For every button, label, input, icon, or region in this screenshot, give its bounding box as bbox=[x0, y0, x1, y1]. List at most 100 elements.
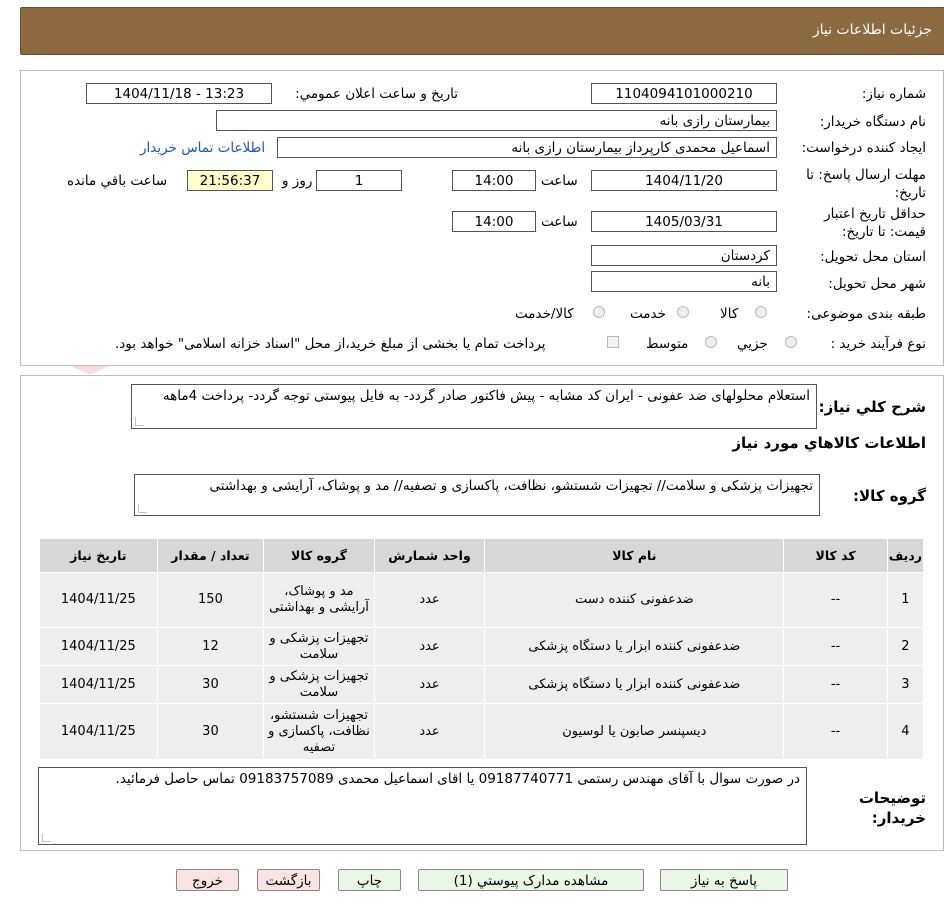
city-field: بانه bbox=[591, 271, 777, 292]
page-header: جزئیات اطلاعات نیاز bbox=[20, 7, 944, 55]
summary-text: استعلام محلولهای ضد عفونی - ایران کد مشا… bbox=[162, 388, 810, 404]
cell-name: ضدعفونی کننده ابزار یا دستگاه پزشکی bbox=[484, 665, 785, 704]
category-option-both: کالا/خدمت bbox=[515, 306, 574, 322]
cell-group: مد و پوشاک، آرایشی و بهداشتی bbox=[263, 572, 375, 628]
cell-qty: 30 bbox=[156, 665, 265, 704]
back-button[interactable]: بازگشت bbox=[257, 869, 320, 891]
process-radio-medium[interactable] bbox=[705, 336, 717, 348]
col-header-code: کد کالا bbox=[783, 538, 888, 573]
category-label: طبقه بندی موضوعی: bbox=[806, 306, 926, 322]
table-row: 3 -- ضدعفونی کننده ابزار یا دستگاه پزشکی… bbox=[39, 665, 925, 704]
resize-grip-icon[interactable] bbox=[42, 833, 51, 842]
table-row: 2 -- ضدعفونی کننده ابزار یا دستگاه پزشکی… bbox=[39, 627, 925, 666]
col-header-unit: واحد شمارش bbox=[373, 538, 486, 573]
goods-group-label: گروه کالا: bbox=[853, 487, 926, 505]
cell-group: تجهیزات شستشو، نظافت، پاکسازی و تصفیه bbox=[263, 703, 375, 760]
category-option-goods: کالا bbox=[720, 306, 739, 322]
cell-qty: 150 bbox=[156, 572, 265, 628]
buyer-org-field: بیمارستان رازی بانه bbox=[216, 110, 777, 131]
attachments-button[interactable]: مشاهده مدارک پیوستي (1) bbox=[418, 869, 644, 891]
col-header-date: تاریخ نیاز bbox=[39, 538, 158, 573]
cell-date: 1404/11/25 bbox=[39, 627, 158, 666]
province-field: کردستان bbox=[591, 245, 777, 266]
table-row: 1 -- ضدعفونی کننده دست عدد مد و پوشاک، آ… bbox=[39, 572, 925, 628]
category-radio-service[interactable] bbox=[677, 306, 689, 318]
process-option-minor: جزیي bbox=[737, 336, 768, 352]
category-radio-both[interactable] bbox=[593, 306, 605, 318]
buyer-notes-text: در صورت سوال با آقای مهندس رستمی 0918774… bbox=[115, 771, 800, 787]
resize-grip-icon[interactable] bbox=[135, 417, 144, 426]
cell-code: -- bbox=[783, 627, 888, 666]
cell-code: -- bbox=[783, 665, 888, 704]
table-row: 4 -- دیسپنسر صابون یا لوسیون عدد تجهیزات… bbox=[39, 703, 925, 760]
announce-field: 1404/11/18 - 13:23 bbox=[86, 83, 272, 104]
process-radio-minor[interactable] bbox=[785, 336, 797, 348]
cell-name: ضدعفونی کننده دست bbox=[484, 572, 785, 628]
cell-unit: عدد bbox=[373, 572, 486, 628]
table-header-row: ردیف کد کالا نام کالا واحد شمارش گروه کا… bbox=[39, 538, 925, 573]
cell-name: ضدعفونی کننده ابزار یا دستگاه پزشکی bbox=[484, 627, 785, 666]
cell-qty: 30 bbox=[156, 703, 265, 760]
reply-button[interactable]: پاسخ به نیاز bbox=[660, 869, 788, 891]
cell-group: تجهیزات پزشکی و سلامت bbox=[263, 665, 375, 704]
cell-unit: عدد bbox=[373, 665, 486, 704]
buyer-notes-textarea: در صورت سوال با آقای مهندس رستمی 0918774… bbox=[38, 767, 807, 845]
treasury-payment-note: پرداخت تمام یا بخشی از مبلغ خرید،از محل … bbox=[115, 336, 546, 352]
validity-time-field: 14:00 bbox=[452, 211, 536, 232]
cell-row: 4 bbox=[886, 703, 925, 760]
cell-unit: عدد bbox=[373, 627, 486, 666]
page-title: جزئیات اطلاعات نیاز bbox=[812, 22, 932, 38]
process-label: نوع فرآیند خرید : bbox=[830, 336, 926, 352]
goods-group-text: تجهیزات پزشکی و سلامت// تجهیزات شستشو، ن… bbox=[209, 478, 813, 494]
col-header-row: ردیف bbox=[886, 538, 925, 573]
cell-name: دیسپنسر صابون یا لوسیون bbox=[484, 703, 785, 760]
cell-group: تجهیزات پزشکی و سلامت bbox=[263, 627, 375, 666]
treasury-payment-checkbox[interactable] bbox=[607, 336, 619, 348]
cell-code: -- bbox=[783, 703, 888, 760]
col-header-qty: تعداد / مقدار bbox=[156, 538, 265, 573]
exit-button[interactable]: خروج bbox=[176, 869, 239, 891]
print-button[interactable]: چاپ bbox=[338, 869, 401, 891]
buyer-org-label: نام دستگاه خریدار: bbox=[819, 114, 926, 130]
cell-row: 1 bbox=[886, 572, 925, 628]
requester-label: ایجاد کننده درخواست: bbox=[801, 140, 926, 156]
days-label: روز و bbox=[282, 173, 313, 189]
province-label: استان محل تحویل: bbox=[820, 249, 926, 265]
need-number-label: شماره نیاز: bbox=[861, 86, 926, 102]
cell-date: 1404/11/25 bbox=[39, 665, 158, 704]
price-validity-label: حداقل تاریخ اعتبار قیمت: تا تاریخ: bbox=[824, 206, 926, 240]
cell-unit: عدد bbox=[373, 703, 486, 760]
summary-textarea: استعلام محلولهای ضد عفونی - ایران کد مشا… bbox=[131, 384, 817, 429]
cell-date: 1404/11/25 bbox=[39, 572, 158, 628]
category-radio-goods[interactable] bbox=[755, 306, 767, 318]
reply-time-label: ساعت bbox=[541, 173, 578, 189]
need-number-field: 1104094101000210 bbox=[591, 83, 777, 104]
cell-code: -- bbox=[783, 572, 888, 628]
category-option-service: خدمت bbox=[630, 306, 666, 322]
cell-row: 2 bbox=[886, 627, 925, 666]
cell-qty: 12 bbox=[156, 627, 265, 666]
reply-date-field: 1404/11/20 bbox=[591, 170, 777, 191]
buyer-notes-label: توضیحات خریدار: bbox=[858, 789, 926, 827]
announce-label: تاریخ و ساعت اعلان عمومي: bbox=[295, 86, 458, 102]
validity-date-field: 1405/03/31 bbox=[591, 211, 777, 232]
goods-section-title: اطلاعات کالاهاي مورد نیاز bbox=[732, 434, 926, 452]
remaining-label: ساعت باقي مانده bbox=[67, 173, 168, 189]
col-header-name: نام کالا bbox=[484, 538, 785, 573]
validity-time-label: ساعت bbox=[541, 214, 578, 230]
items-table: ردیف کد کالا نام کالا واحد شمارش گروه کا… bbox=[39, 538, 925, 760]
reply-time-field: 14:00 bbox=[452, 170, 536, 191]
contact-info-link[interactable]: اطلاعات تماس خریدار bbox=[140, 140, 265, 156]
cell-row: 3 bbox=[886, 665, 925, 704]
col-header-group: گروه کالا bbox=[263, 538, 375, 573]
city-label: شهر محل تحویل: bbox=[828, 276, 926, 292]
process-option-medium: متوسط bbox=[646, 336, 689, 352]
summary-label: شرح کلي نیاز: bbox=[818, 398, 926, 416]
remaining-time-field: 21:56:37 bbox=[187, 170, 273, 191]
days-field: 1 bbox=[316, 170, 402, 191]
goods-group-textarea: تجهیزات پزشکی و سلامت// تجهیزات شستشو، ن… bbox=[134, 474, 820, 516]
resize-grip-icon[interactable] bbox=[138, 504, 147, 513]
reply-deadline-label: مهلت ارسال پاسخ: تا تاریخ: bbox=[806, 167, 926, 201]
requester-field: اسماعیل محمدی کارپرداز بیمارستان رازی با… bbox=[277, 137, 777, 158]
cell-date: 1404/11/25 bbox=[39, 703, 158, 760]
